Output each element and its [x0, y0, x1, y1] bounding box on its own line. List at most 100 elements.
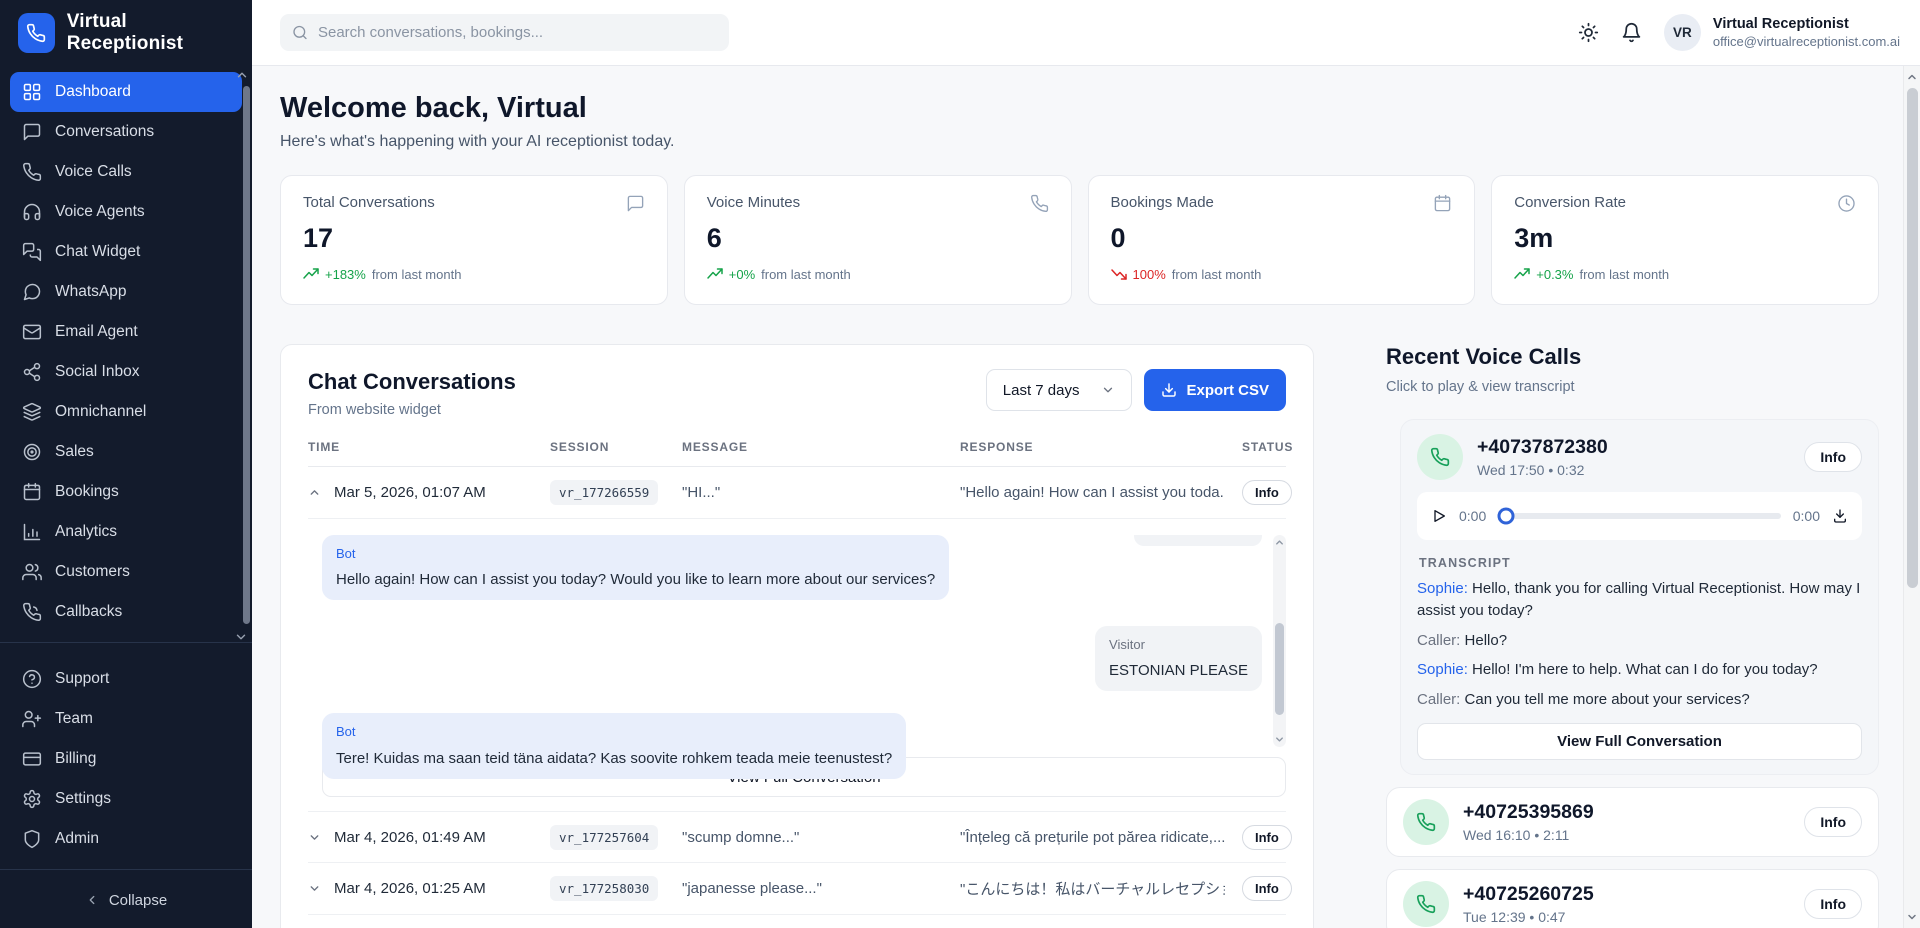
- voice-call-card[interactable]: +40725260725 Tue 12:39 • 0:47 Info: [1386, 869, 1879, 928]
- users-icon: [22, 562, 42, 582]
- stat-trend-pct: +183%: [325, 267, 366, 282]
- status-badge[interactable]: Info: [1242, 480, 1292, 505]
- sidebar-item-support[interactable]: Support: [10, 659, 242, 699]
- sidebar-item-billing[interactable]: Billing: [10, 739, 242, 779]
- conversations-icon: [22, 122, 42, 142]
- sidebar-item-omnichannel[interactable]: Omnichannel: [10, 392, 242, 432]
- sidebar-item-dashboard[interactable]: Dashboard: [10, 72, 242, 112]
- status-badge[interactable]: Info: [1242, 876, 1292, 901]
- sidebar-item-label: Social Inbox: [55, 363, 139, 381]
- status-badge[interactable]: Info: [1242, 825, 1292, 850]
- chevron-down-icon[interactable]: [308, 831, 334, 844]
- stat-value: 17: [303, 223, 645, 254]
- sidebar-scroll-up-icon[interactable]: [235, 68, 249, 82]
- transcript-entry: Caller: Hello?: [1417, 630, 1862, 652]
- calendar-icon: [1433, 194, 1452, 213]
- credit-card-icon: [22, 749, 42, 769]
- date-range-select[interactable]: Last 7 days: [986, 369, 1133, 411]
- notifications-button[interactable]: [1621, 22, 1642, 43]
- scroll-up-icon[interactable]: [1906, 71, 1918, 83]
- table-row[interactable]: Mar 4, 2026, 01:49 AM vr_177257604 "scum…: [308, 811, 1286, 863]
- voice-call-card[interactable]: +40725395869 Wed 16:10 • 2:11 Info: [1386, 787, 1879, 857]
- sidebar-item-label: Admin: [55, 830, 99, 848]
- search-input[interactable]: [318, 24, 717, 41]
- download-icon[interactable]: [1832, 508, 1848, 524]
- sidebar-item-email-agent[interactable]: Email Agent: [10, 312, 242, 352]
- stat-label: Bookings Made: [1111, 194, 1214, 211]
- sidebar-item-sales[interactable]: Sales: [10, 432, 242, 472]
- scroll-down-icon[interactable]: [1906, 911, 1918, 923]
- sidebar-item-label: Sales: [55, 443, 94, 461]
- sidebar-item-conversations[interactable]: Conversations: [10, 112, 242, 152]
- search-box[interactable]: [280, 14, 729, 51]
- scroll-up-icon[interactable]: [1274, 537, 1285, 548]
- sidebar-item-settings[interactable]: Settings: [10, 779, 242, 819]
- sidebar-item-analytics[interactable]: Analytics: [10, 512, 242, 552]
- sidebar-item-bookings[interactable]: Bookings: [10, 472, 242, 512]
- sidebar-secondary-nav: Support Team Billing Settings Admin: [0, 653, 252, 859]
- table-row[interactable]: Mar 4, 2026, 01:25 AM vr_177258030 "japa…: [308, 863, 1286, 915]
- player-seek-knob[interactable]: [1498, 508, 1515, 525]
- page-scrollbar[interactable]: [1903, 66, 1920, 928]
- view-full-conversation-button[interactable]: View Full Conversation: [1417, 723, 1862, 760]
- avatar: VR: [1664, 14, 1701, 51]
- sidebar-item-label: Support: [55, 670, 109, 688]
- sidebar-scrollbar[interactable]: [243, 86, 250, 624]
- trending-up-icon: [1514, 266, 1530, 282]
- expanded-conversation: Bot Hello again! How can I assist you to…: [322, 519, 1286, 797]
- theme-toggle-button[interactable]: [1578, 22, 1599, 43]
- sidebar-scroll-down-icon[interactable]: [234, 630, 248, 644]
- row-time: Mar 4, 2026, 01:25 AM: [334, 880, 550, 897]
- sidebar-item-voice-agents[interactable]: Voice Agents: [10, 192, 242, 232]
- chevron-down-icon: [1101, 383, 1115, 397]
- transcript-speaker: Sophie:: [1417, 580, 1468, 597]
- sidebar-item-whatsapp[interactable]: WhatsApp: [10, 272, 242, 312]
- call-meta: Tue 12:39 • 0:47: [1463, 909, 1594, 925]
- table-row[interactable]: Mar 4, 2026, 01:14 AM vr_177257662 "ce p…: [308, 915, 1286, 928]
- user-menu[interactable]: VR Virtual Receptionist office@virtualre…: [1664, 14, 1900, 51]
- row-message: "japanesse please...": [682, 880, 947, 897]
- collapse-button[interactable]: Collapse: [10, 880, 242, 920]
- table-header: TIME SESSION MESSAGE RESPONSE STATUS: [308, 440, 1286, 467]
- row-time: Mar 4, 2026, 01:49 AM: [334, 829, 550, 846]
- player-seek-bar[interactable]: [1498, 513, 1781, 519]
- transcript: Sophie: Hello, thank you for calling Vir…: [1417, 578, 1862, 711]
- trending-up-icon: [707, 266, 723, 282]
- export-csv-button[interactable]: Export CSV: [1144, 369, 1286, 411]
- envelope-icon: [22, 322, 42, 342]
- call-info-button[interactable]: Info: [1804, 442, 1862, 472]
- stat-value: 6: [707, 223, 1049, 254]
- voice-call-card[interactable]: +40737872380 Wed 17:50 • 0:32 Info 0:00 …: [1400, 419, 1879, 775]
- session-badge: vr_177257604: [550, 825, 658, 850]
- chat-panel-subtitle: From website widget: [308, 402, 516, 418]
- sidebar-item-voice-calls[interactable]: Voice Calls: [10, 152, 242, 192]
- sidebar-item-team[interactable]: Team: [10, 699, 242, 739]
- conversation-scroll-area[interactable]: Bot Hello again! How can I assist you to…: [322, 535, 1286, 747]
- stat-trend-suffix: from last month: [1579, 267, 1669, 282]
- sidebar-item-customers[interactable]: Customers: [10, 552, 242, 592]
- sidebar-item-label: Analytics: [55, 523, 117, 541]
- chevron-down-icon[interactable]: [308, 882, 334, 895]
- row-message: "HI...": [682, 484, 947, 501]
- sidebar-item-label: Conversations: [55, 123, 154, 141]
- table-row[interactable]: Mar 5, 2026, 01:07 AM vr_177266559 "HI..…: [308, 467, 1286, 519]
- sidebar-item-label: Voice Calls: [55, 163, 132, 181]
- call-info-button[interactable]: Info: [1804, 807, 1862, 837]
- sidebar-item-callbacks[interactable]: Callbacks: [10, 592, 242, 632]
- chevron-up-icon[interactable]: [308, 486, 334, 499]
- bell-icon: [1621, 22, 1642, 43]
- trending-up-icon: [303, 266, 319, 282]
- row-time: Mar 5, 2026, 01:07 AM: [334, 484, 550, 501]
- sidebar-item-admin[interactable]: Admin: [10, 819, 242, 859]
- scrollbar-thumb[interactable]: [1907, 88, 1918, 588]
- scrollbar-thumb[interactable]: [1275, 623, 1284, 715]
- call-info-button[interactable]: Info: [1804, 889, 1862, 919]
- transcript-entry: Sophie: Hello, thank you for calling Vir…: [1417, 578, 1862, 622]
- sidebar-item-social-inbox[interactable]: Social Inbox: [10, 352, 242, 392]
- play-button[interactable]: [1431, 508, 1447, 524]
- phone-call-icon: [1403, 881, 1449, 927]
- bar-chart-icon: [22, 522, 42, 542]
- conversation-scrollbar[interactable]: [1273, 535, 1286, 747]
- sidebar-item-chat-widget[interactable]: Chat Widget: [10, 232, 242, 272]
- scroll-down-icon[interactable]: [1274, 734, 1285, 745]
